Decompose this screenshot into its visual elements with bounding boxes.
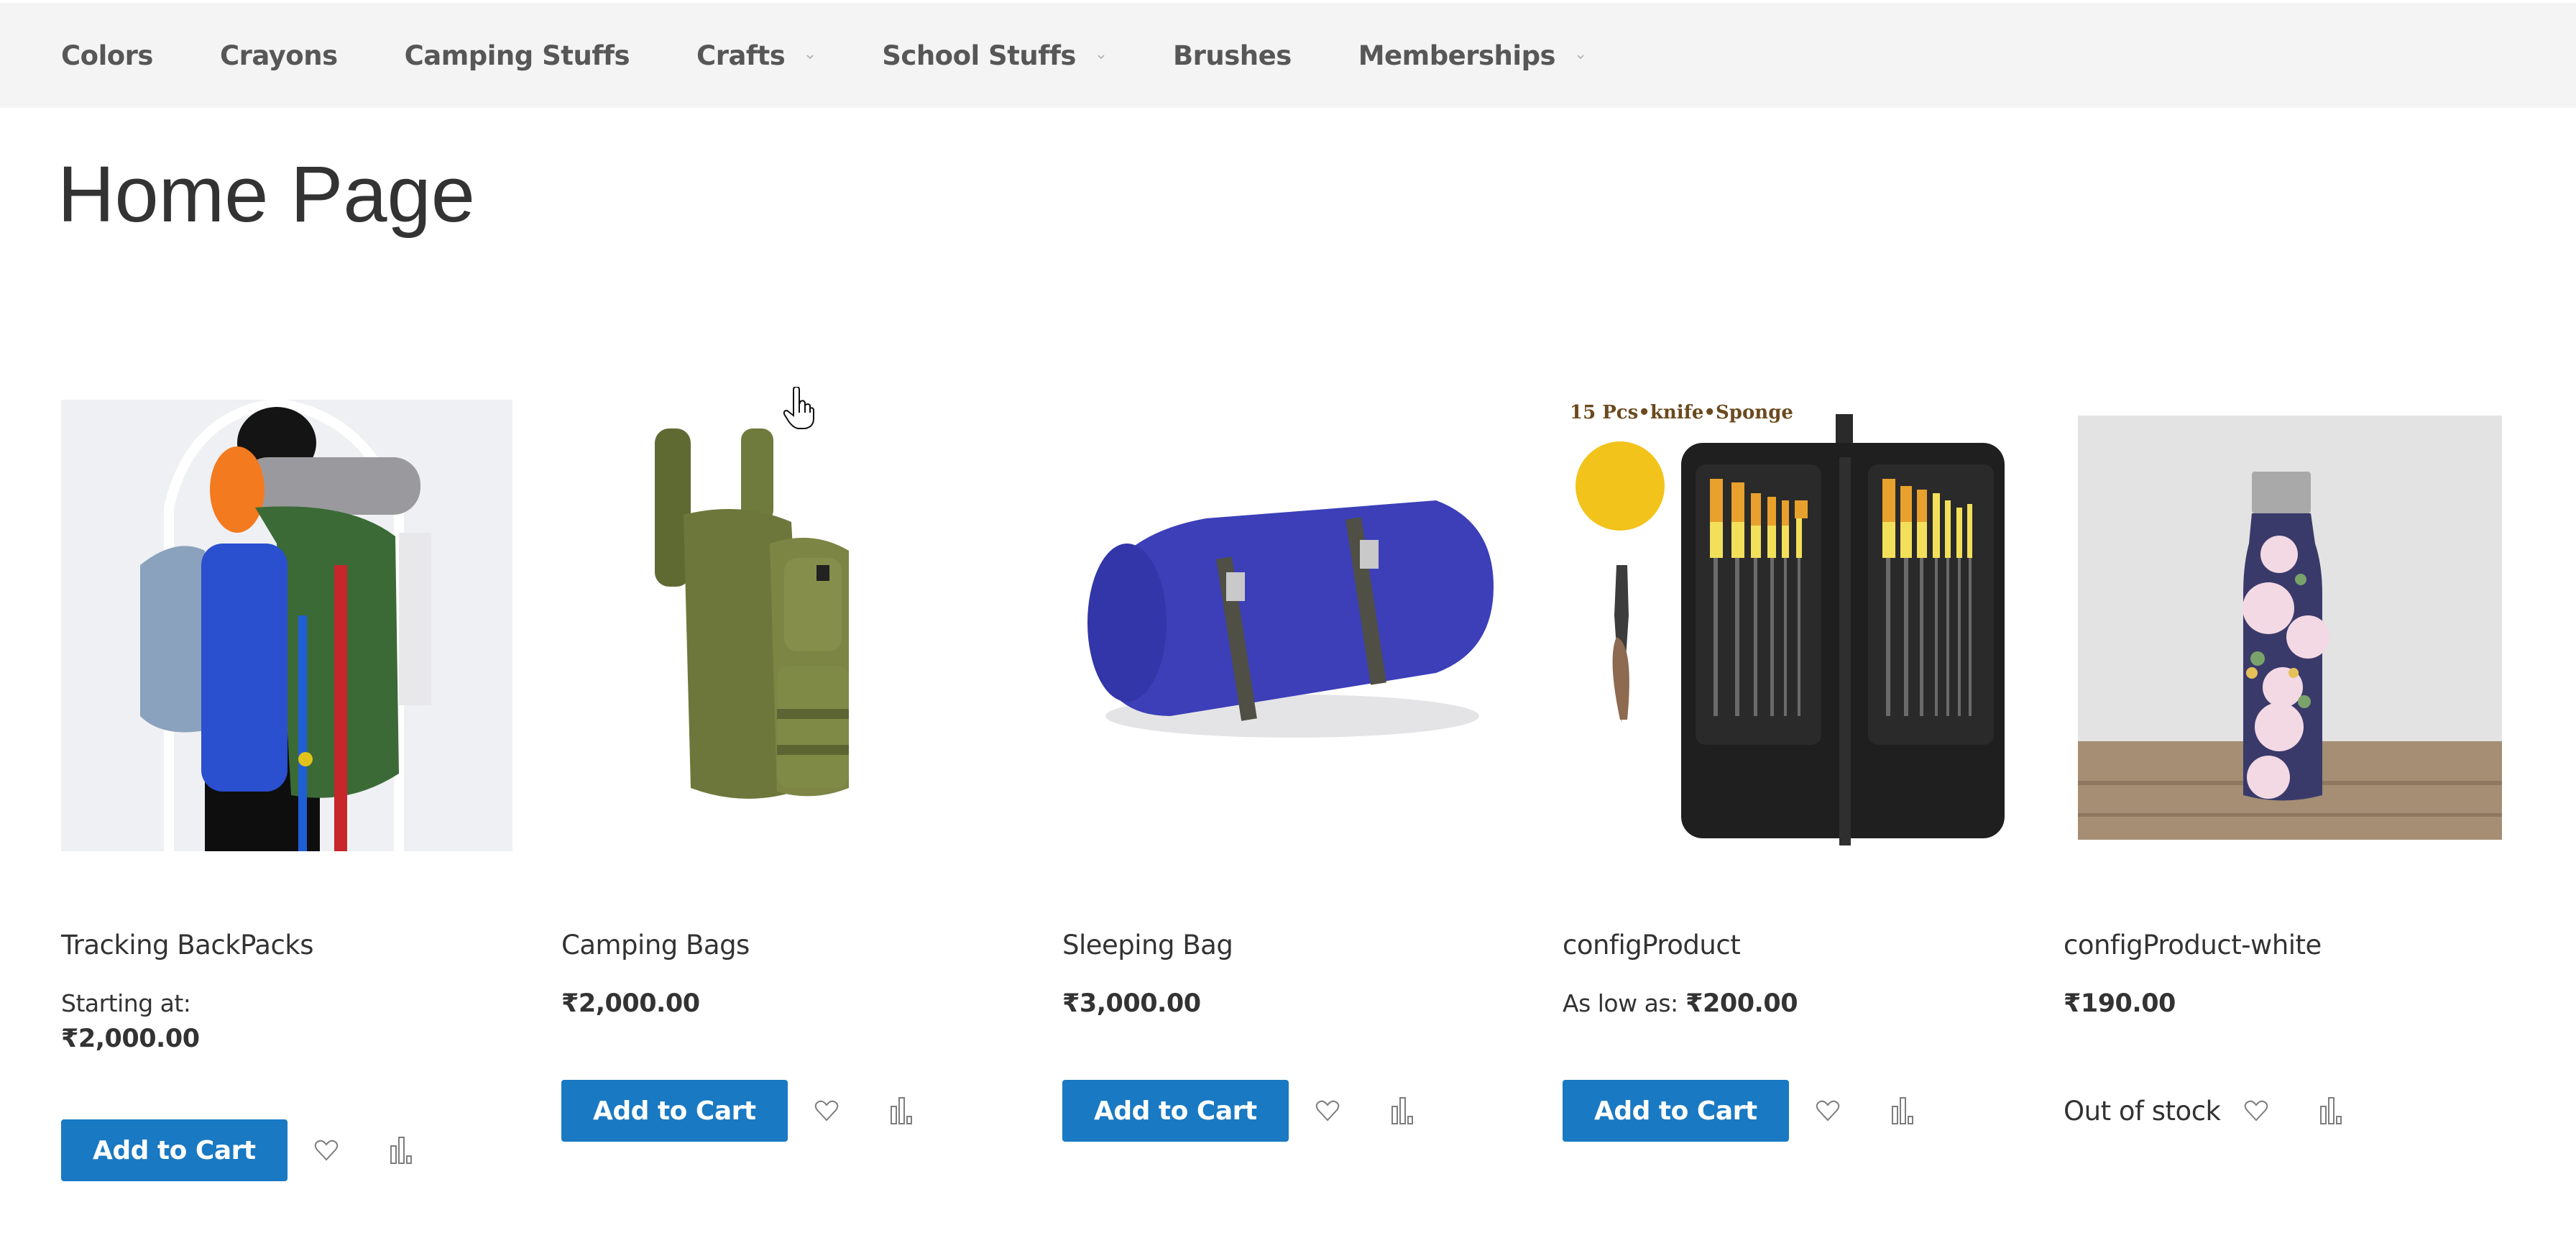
add-to-cart-button[interactable]: Add to Cart	[61, 1119, 288, 1181]
nav-item-crafts[interactable]: Crafts	[696, 40, 815, 71]
heart-icon[interactable]	[811, 1095, 842, 1127]
product-image-backpack	[61, 400, 512, 851]
nav-item-label: Camping Stuffs	[404, 40, 630, 71]
product-card: Tracking BackPacks Starting at: ₹2,000.0…	[61, 400, 535, 1181]
compare-bars-icon[interactable]	[1386, 1095, 1418, 1127]
product-actions: Add to Cart	[1563, 1080, 1918, 1142]
out-of-stock-label: Out of stock	[2064, 1095, 2221, 1127]
product-image-sleeping-bag	[1062, 400, 1514, 851]
nav-item-school-stuffs[interactable]: School Stuffs	[882, 40, 1106, 71]
nav-item-label: Memberships	[1358, 40, 1556, 71]
product-actions: Add to Cart	[61, 1119, 417, 1181]
price-value: ₹3,000.00	[1062, 989, 1201, 1018]
product-name-link[interactable]: configProduct	[1563, 930, 1741, 961]
add-to-cart-button[interactable]: Add to Cart	[1563, 1080, 1789, 1142]
compare-bars-icon[interactable]	[2315, 1095, 2347, 1127]
chevron-down-icon[interactable]	[1576, 52, 1586, 62]
product-name-link[interactable]: Sleeping Bag	[1062, 930, 1233, 961]
price-box: ₹2,000.00	[561, 989, 700, 1018]
nav-item-label: Brushes	[1172, 40, 1292, 71]
nav-item-colors[interactable]: Colors	[61, 40, 153, 71]
price-box: As low as: ₹200.00	[1563, 989, 1798, 1018]
nav-item-label: Crayons	[219, 40, 338, 71]
heart-icon[interactable]	[1312, 1095, 1343, 1127]
product-card: Sleeping Bag ₹3,000.00 Add to Cart	[1062, 400, 1537, 1142]
nav-item-memberships[interactable]: Memberships	[1358, 40, 1586, 71]
price-label: Starting at:	[61, 989, 191, 1017]
product-card: Camping Bags ₹2,000.00 Add to Cart	[561, 400, 1036, 1142]
product-name-link[interactable]: configProduct-white	[2064, 930, 2322, 961]
compare-bars-icon[interactable]	[886, 1095, 917, 1127]
product-card: configProduct-white ₹190.00 Out of stock	[2064, 400, 2538, 1127]
product-actions: Out of stock	[2064, 1080, 2347, 1142]
chevron-down-icon[interactable]	[1096, 52, 1106, 62]
nav-item-label: Colors	[61, 40, 153, 71]
price-box: ₹190.00	[2064, 989, 2176, 1018]
nav-item-crayons[interactable]: Crayons	[220, 40, 338, 71]
heart-icon[interactable]	[2240, 1095, 2272, 1127]
nav-item-label: Crafts	[696, 40, 786, 71]
add-to-cart-button[interactable]: Add to Cart	[561, 1080, 788, 1142]
product-actions: Add to Cart	[561, 1080, 917, 1142]
product-image-water-bottle	[2064, 400, 2515, 851]
heart-icon[interactable]	[310, 1134, 342, 1166]
price-value: ₹2,000.00	[61, 1024, 200, 1053]
product-name-link[interactable]: Camping Bags	[561, 930, 750, 961]
price-box: Starting at: ₹2,000.00	[61, 989, 200, 1053]
nav-item-brushes[interactable]: Brushes	[1173, 40, 1292, 71]
price-box: ₹3,000.00	[1062, 989, 1201, 1018]
compare-bars-icon[interactable]	[385, 1134, 417, 1166]
nav-item-label: School Stuffs	[882, 40, 1076, 71]
product-name-link[interactable]: Tracking BackPacks	[61, 930, 314, 961]
product-card: 15 Pcs•knife•Sponge configProduct As low…	[1563, 400, 2037, 1142]
chevron-down-icon[interactable]	[805, 52, 815, 62]
price-value: ₹200.00	[1685, 989, 1798, 1018]
price-value: ₹190.00	[2064, 989, 2176, 1018]
category-nav-list: Colors Crayons Camping Stuffs Crafts Sch…	[61, 3, 1652, 108]
page-title: Home Page	[58, 150, 475, 239]
price-label: As low as:	[1563, 989, 1678, 1017]
hand-pointer-cursor-icon	[783, 387, 814, 429]
product-image-tactical-backpack	[561, 400, 1013, 851]
price-value: ₹2,000.00	[561, 989, 700, 1018]
product-image-link[interactable]	[561, 400, 1013, 851]
compare-bars-icon[interactable]	[1887, 1095, 1918, 1127]
product-image-link[interactable]	[2064, 400, 2515, 851]
product-image-link[interactable]	[1062, 400, 1514, 851]
nav-item-camping-stuffs[interactable]: Camping Stuffs	[405, 40, 630, 71]
heart-icon[interactable]	[1812, 1095, 1844, 1127]
category-nav-bar: Colors Crayons Camping Stuffs Crafts Sch…	[0, 3, 2576, 108]
product-image-link[interactable]: 15 Pcs•knife•Sponge	[1563, 400, 2014, 851]
add-to-cart-button[interactable]: Add to Cart	[1062, 1080, 1289, 1142]
product-image-brush-set: 15 Pcs•knife•Sponge	[1563, 400, 2014, 851]
image-caption: 15 Pcs•knife•Sponge	[1570, 402, 1793, 423]
product-actions: Add to Cart	[1062, 1080, 1418, 1142]
product-image-link[interactable]	[61, 400, 512, 851]
